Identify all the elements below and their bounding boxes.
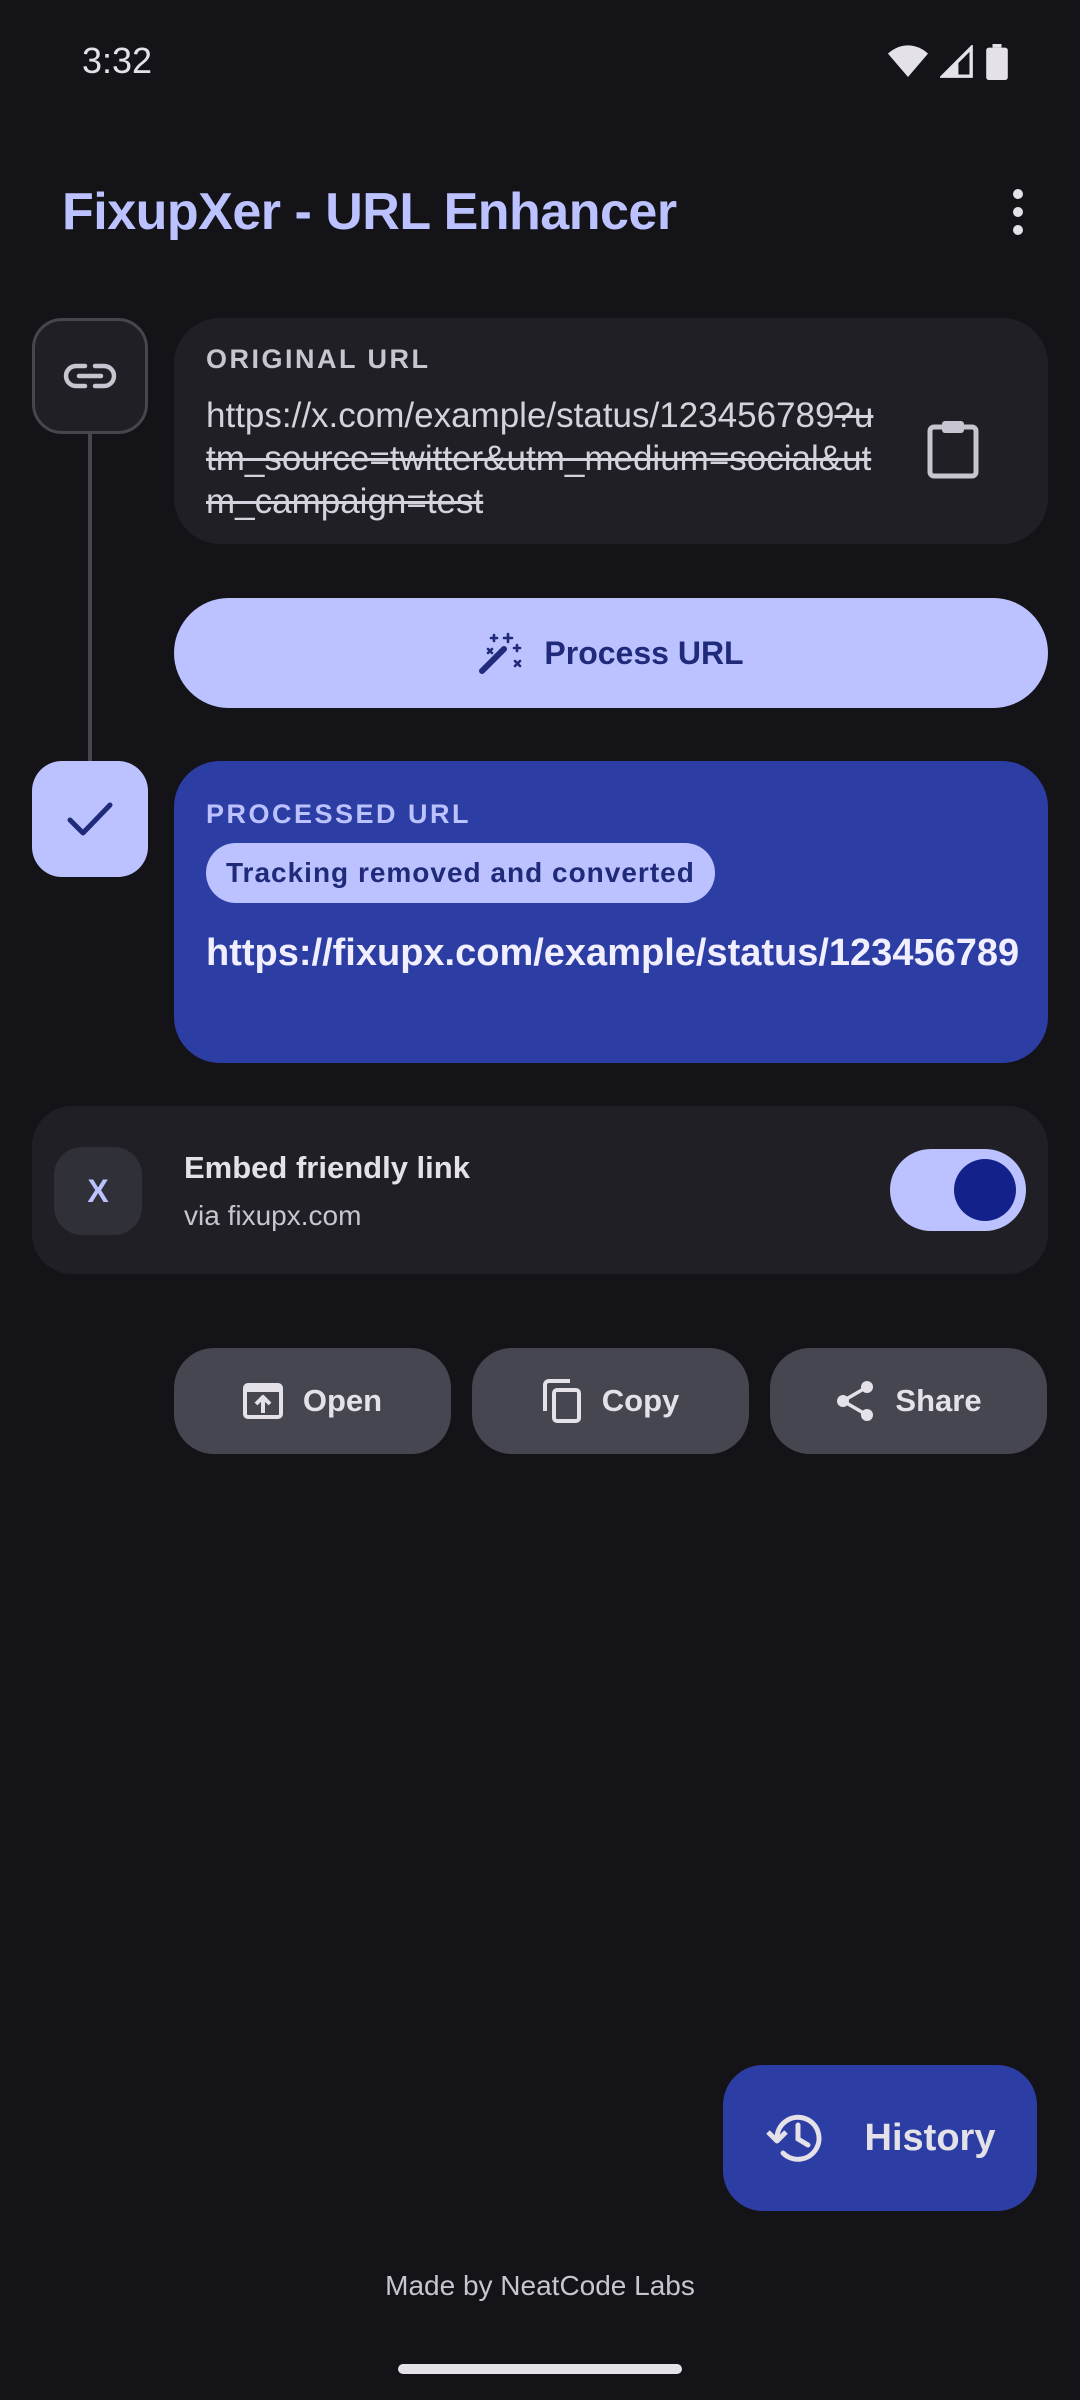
- share-label: Share: [895, 1383, 982, 1418]
- processed-url-text[interactable]: https://fixupx.com/example/status/123456…: [206, 926, 1026, 980]
- battery-icon: [986, 44, 1008, 80]
- status-badge: Tracking removed and converted: [206, 843, 715, 903]
- embed-title: Embed friendly link: [184, 1150, 470, 1185]
- home-indicator[interactable]: [398, 2364, 682, 2374]
- app-title: FixupXer - URL Enhancer: [62, 183, 677, 241]
- process-url-button[interactable]: Process URL: [174, 598, 1048, 708]
- history-button[interactable]: History: [723, 2065, 1037, 2211]
- wifi-icon: [888, 45, 928, 77]
- status-time: 3:32: [82, 40, 153, 81]
- processed-url-label: PROCESSED URL: [206, 799, 472, 829]
- open-label: Open: [302, 1383, 383, 1418]
- process-url-label: Process URL: [544, 634, 744, 671]
- embed-avatar: X: [54, 1147, 142, 1235]
- step-processed-indicator: [32, 761, 148, 877]
- open-in-app-icon: [242, 1383, 283, 1419]
- clipboard-icon: [927, 421, 979, 479]
- share-button[interactable]: Share: [770, 1348, 1047, 1454]
- copy-label: Copy: [601, 1383, 680, 1418]
- history-label: History: [864, 2116, 996, 2159]
- embed-toggle-knob[interactable]: [954, 1159, 1016, 1221]
- status-icons: [888, 44, 1008, 80]
- share-icon: [837, 1381, 874, 1421]
- check-icon: [67, 802, 113, 836]
- more-options-button[interactable]: [982, 176, 1054, 248]
- original-url-kept: https://x.com/example/status/123456789: [206, 396, 835, 435]
- open-button[interactable]: Open: [174, 1348, 451, 1454]
- history-icon: [765, 2114, 821, 2162]
- step-connector: [88, 430, 92, 765]
- link-icon: [63, 363, 117, 389]
- step-original-indicator: [32, 318, 148, 434]
- copy-button[interactable]: Copy: [472, 1348, 749, 1454]
- signal-icon: [940, 45, 973, 78]
- more-vert-icon: [1013, 189, 1023, 235]
- original-url-input[interactable]: https://x.com/example/status/123456789?u…: [206, 394, 882, 523]
- embed-subtitle: via fixupx.com: [184, 1200, 362, 1231]
- paste-button[interactable]: [908, 404, 998, 494]
- magic-wand-icon: [479, 632, 522, 674]
- copy-icon: [542, 1379, 581, 1423]
- original-url-label: ORIGINAL URL: [206, 344, 431, 374]
- footer-credit: Made by NeatCode Labs: [385, 2270, 695, 2301]
